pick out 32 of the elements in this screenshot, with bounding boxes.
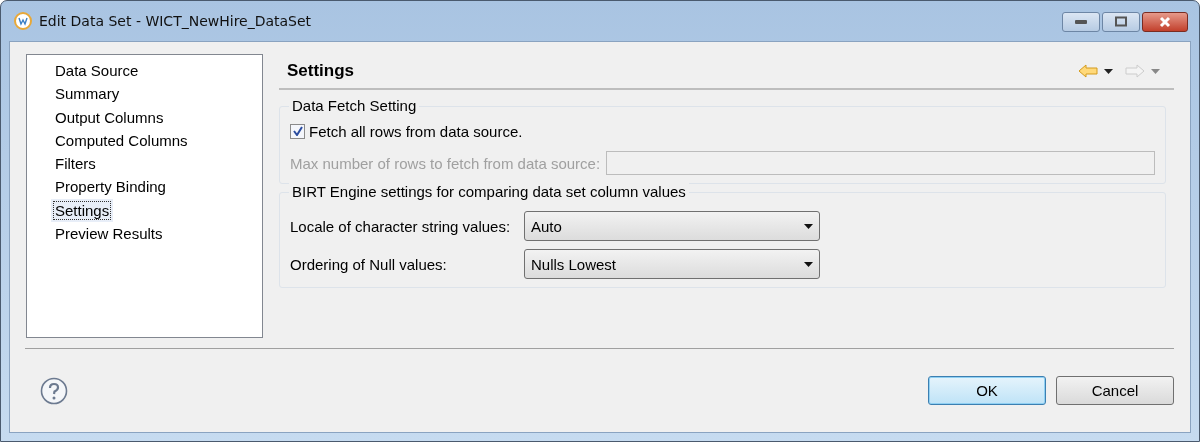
maximize-icon (1114, 16, 1128, 28)
checkbox-label: Fetch all rows from data source. (309, 122, 523, 140)
caret-icon (804, 261, 813, 267)
field-label: Max number of rows to fetch from data source: (290, 154, 601, 172)
maximize-button[interactable] (1102, 12, 1140, 32)
help-icon[interactable] (40, 376, 68, 405)
close-button[interactable] (1142, 12, 1188, 32)
list-item[interactable]: Property Binding (51, 175, 170, 199)
group-title: Data Fetch Setting (289, 97, 420, 114)
window-title: Edit Data Set - WICT_NewHire_DataSet (39, 13, 312, 29)
list-item[interactable]: Summary (51, 82, 124, 106)
list-item[interactable]: Settings (51, 198, 114, 223)
list-item[interactable]: Preview Results (51, 222, 167, 246)
dropdown-label: Ordering of Null values: (290, 255, 448, 273)
list-item[interactable]: Data Source (51, 59, 143, 83)
caret-icon[interactable] (1104, 68, 1113, 74)
list-item[interactable]: Output Columns (51, 105, 168, 129)
checkbox[interactable] (290, 123, 305, 139)
list-item[interactable]: Computed Columns (51, 128, 192, 153)
dialog-button[interactable]: Cancel (1056, 376, 1174, 405)
dropdown-label: Locale of character string values: (290, 217, 512, 235)
page-title: Settings (287, 61, 355, 81)
minimize-button[interactable] (1062, 12, 1100, 32)
list-item[interactable]: Filters (51, 152, 100, 176)
caret-icon (804, 223, 813, 229)
group-title: BIRT Engine settings for comparing data set column values (289, 183, 689, 200)
dropdown[interactable]: Nulls Lowest (524, 249, 820, 279)
dialog-button[interactable]: OK (928, 376, 1046, 405)
dropdown[interactable]: Auto (524, 211, 820, 241)
close-icon (1158, 16, 1172, 28)
minimize-icon (1074, 19, 1088, 25)
app-logo-icon (14, 12, 32, 30)
